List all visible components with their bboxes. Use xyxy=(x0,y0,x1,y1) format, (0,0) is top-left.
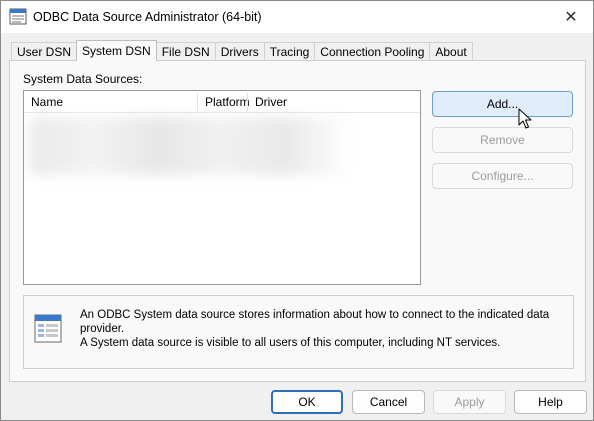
close-icon: ✕ xyxy=(564,8,578,26)
tab-tracing[interactable]: Tracing xyxy=(263,42,316,60)
tab-drivers[interactable]: Drivers xyxy=(214,42,265,60)
info-box: An ODBC System data source stores inform… xyxy=(23,295,574,369)
tab-file-dsn[interactable]: File DSN xyxy=(155,42,216,60)
odbc-app-icon xyxy=(9,8,27,25)
info-description: An ODBC System data source stores inform… xyxy=(80,308,570,350)
window-title: ODBC Data Source Administrator (64-bit) xyxy=(33,10,262,24)
tab-user-dsn[interactable]: User DSN xyxy=(11,42,78,60)
tab-about[interactable]: About xyxy=(429,42,473,60)
system-data-sources-label: System Data Sources: xyxy=(23,72,143,86)
configure-button[interactable]: Configure... xyxy=(432,163,573,189)
info-line-2: A System data source is visible to all u… xyxy=(80,337,501,349)
ok-button[interactable]: OK xyxy=(271,390,343,414)
data-sources-list[interactable]: Name Platform Driver xyxy=(23,90,421,285)
info-line-1: An ODBC System data source stores inform… xyxy=(80,309,550,335)
cancel-button[interactable]: Cancel xyxy=(352,390,425,414)
column-header-platform[interactable]: Platform xyxy=(198,91,250,113)
list-header: Name Platform Driver xyxy=(24,91,420,113)
remove-button[interactable]: Remove xyxy=(432,127,573,153)
column-header-name[interactable]: Name xyxy=(24,91,197,113)
tab-connection-pooling[interactable]: Connection Pooling xyxy=(314,42,431,60)
help-button[interactable]: Help xyxy=(514,390,587,414)
column-header-driver[interactable]: Driver xyxy=(248,91,418,113)
tab-strip: User DSN System DSN File DSN Drivers Tra… xyxy=(11,40,473,61)
odbc-admin-window: ODBC Data Source Administrator (64-bit) … xyxy=(0,0,594,421)
add-button[interactable]: Add... xyxy=(432,91,573,117)
data-source-info-icon xyxy=(34,314,62,343)
apply-button[interactable]: Apply xyxy=(433,390,506,414)
title-bar[interactable]: ODBC Data Source Administrator (64-bit) … xyxy=(1,1,593,33)
mouse-cursor-icon xyxy=(518,108,532,129)
tab-system-dsn[interactable]: System DSN xyxy=(76,40,157,61)
redacted-list-rows xyxy=(30,117,350,175)
close-button[interactable]: ✕ xyxy=(549,1,593,32)
